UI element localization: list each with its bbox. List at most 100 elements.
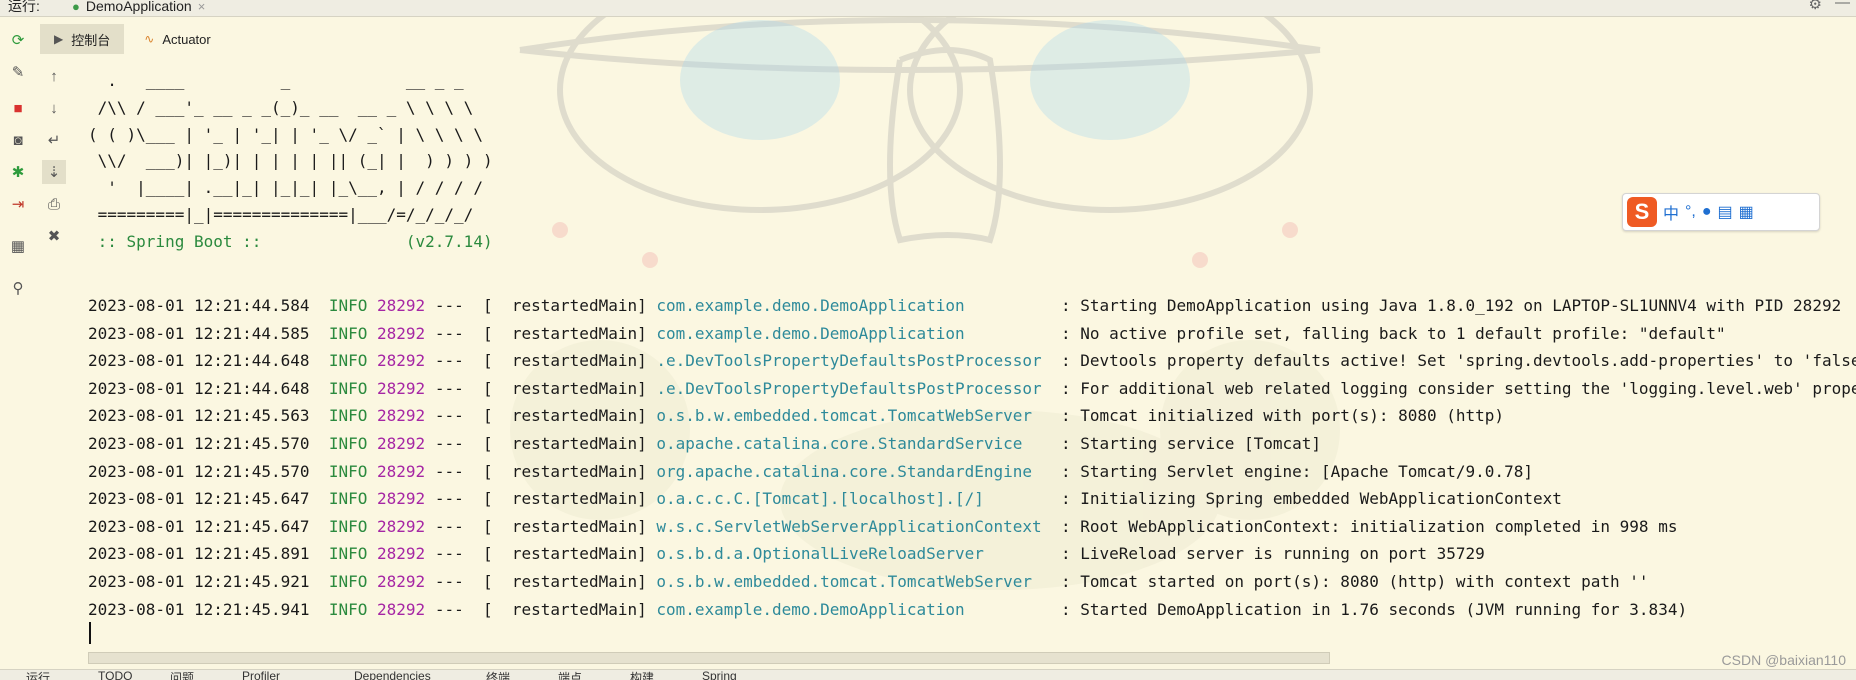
log-logger: o.a.c.c.C.[Tomcat].[localhost].[/]	[656, 489, 1042, 509]
log-pid: 28292	[377, 351, 426, 371]
layout-icon[interactable]: ▦	[6, 234, 30, 258]
login-icon[interactable]: ⇥	[6, 192, 30, 216]
log-logger: com.example.demo.DemoApplication	[656, 599, 1042, 619]
log-pid: 28292	[377, 433, 426, 453]
log-pid: 28292	[377, 406, 426, 426]
tool-window-button[interactable]: 运行	[26, 670, 50, 680]
run-tool-window-titlebar: 运行: ● DemoApplication × ⚙ —	[0, 0, 1856, 17]
arrow-down-icon[interactable]: ↓	[42, 96, 66, 120]
stop-icon[interactable]: ■	[6, 96, 30, 120]
log-timestamp: 2023-08-01 12:21:45.941	[88, 599, 310, 619]
rerun-icon[interactable]: ⟳	[6, 28, 30, 52]
log-timestamp: 2023-08-01 12:21:45.647	[88, 516, 310, 536]
tool-window-button[interactable]: 问题	[170, 670, 194, 680]
tab-actuator[interactable]: ∿ Actuator	[130, 24, 224, 54]
log-thread: --- [ restartedMain]	[434, 323, 647, 343]
log-lines: 2023-08-01 12:21:44.584 INFO 28292 --- […	[88, 292, 1856, 623]
log-thread: --- [ restartedMain]	[434, 571, 647, 591]
log-logger: w.s.c.ServletWebServerApplicationContext	[656, 516, 1042, 536]
minimize-icon[interactable]: —	[1835, 0, 1850, 11]
trash-icon[interactable]: ✖	[42, 224, 66, 248]
log-pid: 28292	[377, 461, 426, 481]
log-line: 2023-08-01 12:21:45.921 INFO 28292 --- […	[88, 568, 1856, 596]
log-message: : No active profile set, falling back to…	[1060, 323, 1726, 343]
log-thread: --- [ restartedMain]	[434, 351, 647, 371]
log-timestamp: 2023-08-01 12:21:44.585	[88, 323, 310, 343]
punctuation-icon[interactable]: °,	[1685, 203, 1696, 221]
log-pid: 28292	[377, 571, 426, 591]
console-tabs: ▶ 控制台 ∿ Actuator	[40, 24, 225, 54]
tool-window-button[interactable]: 端点	[558, 670, 582, 680]
log-timestamp: 2023-08-01 12:21:45.570	[88, 433, 310, 453]
log-logger: .e.DevToolsPropertyDefaultsPostProcessor	[656, 351, 1042, 371]
tool-window-button[interactable]: 终端	[486, 670, 510, 680]
text-cursor	[89, 622, 91, 644]
log-message: : Tomcat started on port(s): 8080 (http)…	[1060, 571, 1649, 591]
banner-line: =========|_|==============|___/=/_/_/_/	[88, 204, 474, 224]
keyboard-icon[interactable]: ▤	[1718, 202, 1733, 222]
wrench-icon[interactable]: ✎	[6, 60, 30, 84]
log-level: INFO	[328, 378, 368, 398]
spring-boot-version-line: :: Spring Boot :: (v2.7.14)	[88, 231, 493, 251]
banner-line: ( ( )\___ | '_ | '_| | '_ \/ _` | \ \ \ …	[88, 124, 483, 144]
log-timestamp: 2023-08-01 12:21:45.921	[88, 571, 310, 591]
microphone-icon[interactable]: ●	[1702, 203, 1712, 221]
log-logger: o.s.b.w.embedded.tomcat.TomcatWebServer	[656, 406, 1042, 426]
watermark: CSDN @baixian110	[1721, 652, 1846, 668]
scroll-to-end-icon[interactable]: ⇣	[42, 160, 66, 184]
log-message: : Starting Servlet engine: [Apache Tomca…	[1060, 461, 1533, 481]
tool-window-button[interactable]: Profiler	[242, 670, 280, 680]
console-output[interactable]: . ____ _ __ _ _ /\\ / ___'_ __ _ _(_)_ _…	[88, 68, 1856, 638]
soft-wrap-icon[interactable]: ↵	[42, 128, 66, 152]
run-config-tab[interactable]: ● DemoApplication ×	[66, 0, 211, 16]
log-timestamp: 2023-08-01 12:21:45.891	[88, 544, 310, 564]
log-message: : Tomcat initialized with port(s): 8080 …	[1060, 406, 1505, 426]
chinese-mode-icon[interactable]: 中	[1663, 200, 1679, 224]
banner-line: ' |____| .__|_| |_|_| |_\__, | / / / /	[88, 178, 483, 198]
arrow-up-icon[interactable]: ↑	[42, 64, 66, 88]
log-thread: --- [ restartedMain]	[434, 516, 647, 536]
log-line: 2023-08-01 12:21:45.570 INFO 28292 --- […	[88, 430, 1856, 458]
spring-boot-icon: ●	[72, 0, 80, 14]
tool-window-bar: 运行 TODO 问题 Profiler Dependencies 终端 端点 构建 Spring	[0, 669, 1856, 680]
log-message: : Starting DemoApplication using Java 1.…	[1060, 296, 1842, 315]
log-thread: --- [ restartedMain]	[434, 461, 647, 481]
log-logger: com.example.demo.DemoApplication	[656, 296, 1042, 315]
log-line: 2023-08-01 12:21:45.563 INFO 28292 --- […	[88, 402, 1856, 430]
log-level: INFO	[328, 433, 368, 453]
log-message: : For additional web related logging con…	[1060, 378, 1856, 398]
close-tab-icon[interactable]: ×	[198, 0, 206, 14]
tool-window-button[interactable]: 构建	[630, 670, 654, 680]
log-thread: --- [ restartedMain]	[434, 544, 647, 564]
pin-icon[interactable]: ⚲	[6, 276, 30, 300]
log-level: INFO	[328, 351, 368, 371]
log-pid: 28292	[377, 378, 426, 398]
log-pid: 28292	[377, 544, 426, 564]
log-pid: 28292	[377, 489, 426, 509]
print-icon[interactable]: ⎙	[42, 192, 66, 216]
spring-banner: . ____ _ __ _ _ /\\ / ___'_ __ _ _(_)_ _…	[88, 68, 493, 256]
camera-icon[interactable]: ◙	[6, 128, 30, 152]
tool-window-button[interactable]: Spring	[702, 670, 737, 680]
log-line: 2023-08-01 12:21:45.891 INFO 28292 --- […	[88, 540, 1856, 568]
log-message: : LiveReload server is running on port 3…	[1060, 544, 1485, 564]
log-thread: --- [ restartedMain]	[434, 433, 647, 453]
ime-toolbar[interactable]: S 中 °, ● ▤ ▦	[1622, 193, 1820, 231]
run-toolbar-left: ⟳ ✎ ■ ◙ ✱ ⇥ ▦ ⚲	[0, 24, 36, 644]
log-message: : Starting service [Tomcat]	[1060, 433, 1322, 453]
log-logger: o.apache.catalina.core.StandardService	[656, 433, 1042, 453]
tab-console[interactable]: ▶ 控制台	[40, 24, 125, 54]
log-level: INFO	[328, 461, 368, 481]
banner-line: \\/ ___)| |_)| | | | | || (_| | ) ) ) )	[88, 151, 493, 171]
horizontal-scrollbar[interactable]	[88, 652, 1330, 664]
tool-window-button[interactable]: Dependencies	[354, 670, 431, 680]
log-timestamp: 2023-08-01 12:21:45.570	[88, 461, 310, 481]
tool-window-button[interactable]: TODO	[98, 670, 132, 680]
gear-icon[interactable]: ⚙	[1809, 0, 1822, 13]
log-thread: --- [ restartedMain]	[434, 489, 647, 509]
log-pid: 28292	[377, 516, 426, 536]
log-logger: com.example.demo.DemoApplication	[656, 323, 1042, 343]
log-level: INFO	[328, 516, 368, 536]
debug-icon[interactable]: ✱	[6, 160, 30, 184]
apps-grid-icon[interactable]: ▦	[1739, 202, 1754, 222]
